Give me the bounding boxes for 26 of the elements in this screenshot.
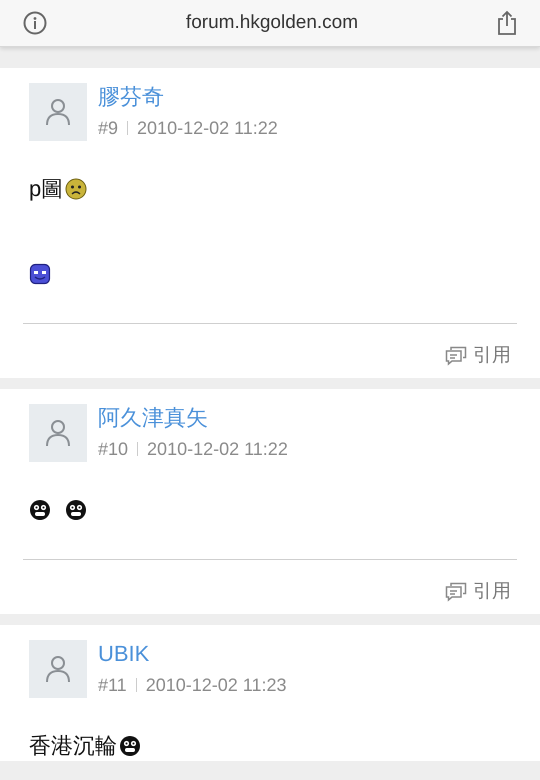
post-number: #10 [98,438,128,461]
shocked-emoticon-icon [119,735,141,757]
url-text[interactable]: forum.hkgolden.com [186,12,358,34]
frown-emoticon-icon [65,178,88,200]
post-number: #9 [98,117,118,140]
quote-icon [445,582,467,602]
post-number: #11 [98,674,127,697]
post-time: 2010-12-02 11:22 [147,438,288,461]
quote-button[interactable]: 引用 [445,344,517,368]
share-icon[interactable] [497,10,517,36]
avatar-icon [29,83,87,141]
smile-emoticon-icon [29,263,51,285]
post-time: 2010-12-02 11:23 [146,674,286,697]
info-icon[interactable] [23,11,47,35]
post-time: 2010-12-02 11:22 [137,117,278,140]
avatar-icon [29,640,87,698]
shocked-emoticon-icon [65,499,87,521]
avatar-icon [29,404,87,462]
post-text: p圖 [29,175,64,203]
quote-button[interactable]: 引用 [445,580,517,604]
author-name[interactable]: 阿久津真矢 [98,404,208,432]
author-name[interactable]: 膠芬奇 [98,83,164,111]
quote-icon [445,346,467,366]
author-name[interactable]: UBIK [98,640,150,668]
post-text: 香港沉輪 [29,732,117,760]
shocked-emoticon-icon [29,499,51,521]
